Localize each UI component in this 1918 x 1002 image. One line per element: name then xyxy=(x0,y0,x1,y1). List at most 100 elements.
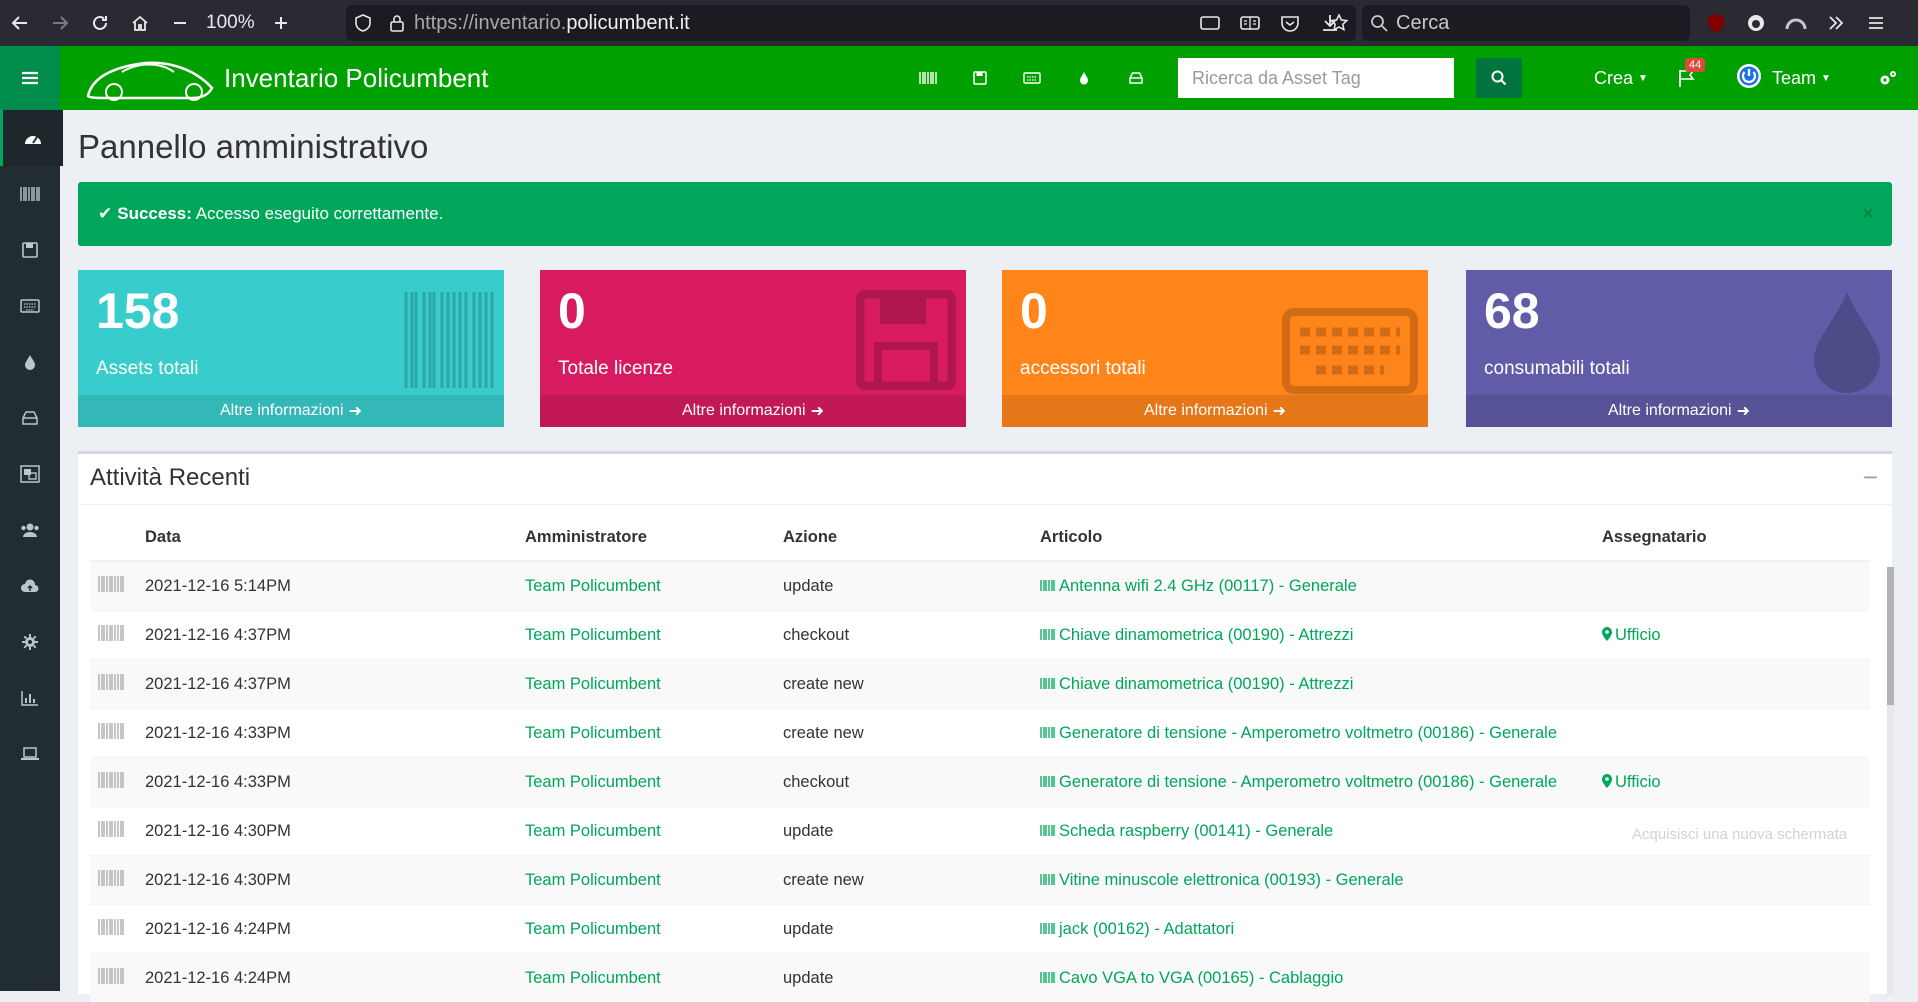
sidebar-item-requestable[interactable] xyxy=(0,726,60,782)
sidebar-item-components[interactable] xyxy=(0,390,60,446)
admin-link[interactable]: Team Policumbent xyxy=(525,807,783,856)
header-consumables-tint-icon[interactable] xyxy=(1058,71,1110,85)
assignee-cell[interactable]: Ufficio xyxy=(1602,611,1870,660)
scrollbar-thumb[interactable] xyxy=(1887,567,1894,705)
barcode-icon xyxy=(1040,871,1059,889)
create-dropdown[interactable]: Crea▼ xyxy=(1594,46,1648,110)
icon-column-header xyxy=(90,514,145,561)
sidebar-item-assets[interactable] xyxy=(0,166,60,222)
admin-settings-gears-icon[interactable] xyxy=(1878,46,1898,110)
column-header-assignee[interactable]: Assegnatario xyxy=(1602,514,1870,561)
zoom-out-icon[interactable] xyxy=(160,0,200,46)
github-icon[interactable] xyxy=(1736,0,1776,46)
header-components-hdd-icon[interactable] xyxy=(1110,72,1162,84)
divider xyxy=(78,504,1892,505)
collapse-panel-button[interactable]: − xyxy=(1863,462,1878,493)
assignee-cell[interactable]: Ufficio xyxy=(1602,758,1870,807)
column-header-admin[interactable]: Amministratore xyxy=(525,514,783,561)
url-text[interactable]: https://inventario.policumbent.it xyxy=(414,12,690,35)
column-header-data[interactable]: Data xyxy=(145,514,525,561)
admin-link[interactable]: Team Policumbent xyxy=(525,561,783,611)
barcode-icon xyxy=(404,290,494,390)
cell-date: 2021-12-16 4:33PM xyxy=(145,758,525,807)
alert-close-button[interactable]: × xyxy=(1862,203,1874,226)
item-link[interactable]: Antenna wifi 2.4 GHz (00117) - Generale xyxy=(1040,561,1602,611)
item-link[interactable]: jack (00162) - Adattatori xyxy=(1040,905,1602,954)
zoom-level[interactable]: 100% xyxy=(200,12,261,34)
reader-view-icon[interactable] xyxy=(1230,0,1270,46)
admin-link[interactable]: Team Policumbent xyxy=(525,954,783,1002)
sidebar-toggle-icon[interactable] xyxy=(0,46,60,110)
more-info-link[interactable]: Altre informazioni➜ xyxy=(1466,395,1892,427)
page-title: Pannello amministrativo xyxy=(78,128,428,166)
header-licenses-floppy-icon[interactable] xyxy=(954,71,1006,85)
sidebar-item-licenses[interactable] xyxy=(0,222,60,278)
stat-label: accessori totali xyxy=(1020,358,1146,380)
barcode-icon xyxy=(90,807,145,856)
barcode-icon xyxy=(90,856,145,905)
barcode-icon xyxy=(1040,724,1059,742)
user-menu[interactable]: Team ▼ xyxy=(1736,46,1831,110)
asset-tag-search-button[interactable] xyxy=(1476,58,1522,98)
table-row: 2021-12-16 4:24PMTeam Policumbentupdatej… xyxy=(90,905,1870,954)
assignee-link: Ufficio xyxy=(1615,773,1661,791)
zoom-in-icon[interactable] xyxy=(261,0,301,46)
sidebar-item-settings[interactable] xyxy=(0,614,60,670)
ublock-icon[interactable] xyxy=(1696,0,1736,46)
asset-tag-search-input[interactable] xyxy=(1178,58,1454,98)
more-info-link[interactable]: Altre informazioni➜ xyxy=(78,395,504,427)
item-link[interactable]: Scheda raspberry (00141) - Generale xyxy=(1040,807,1602,856)
admin-link[interactable]: Team Policumbent xyxy=(525,905,783,954)
item-link[interactable]: Vitine minuscole elettronica (00193) - G… xyxy=(1040,856,1602,905)
back-icon[interactable] xyxy=(0,0,40,46)
download-icon[interactable] xyxy=(1310,0,1350,46)
more-info-link[interactable]: Altre informazioni➜ xyxy=(540,395,966,427)
admin-link[interactable]: Team Policumbent xyxy=(525,709,783,758)
tab-container-icon[interactable] xyxy=(1190,0,1230,46)
assignee-cell xyxy=(1602,660,1870,709)
column-header-action[interactable]: Azione xyxy=(783,514,1040,561)
menu-hamburger-icon[interactable] xyxy=(1856,0,1896,46)
sidebar-item-kits[interactable] xyxy=(0,446,60,502)
cell-action: update xyxy=(783,807,1040,856)
item-link[interactable]: Generatore di tensione - Amperometro vol… xyxy=(1040,709,1602,758)
arrow-circle-right-icon: ➜ xyxy=(1737,401,1750,421)
item-link[interactable]: Chiave dinamometrica (00190) - Attrezzi xyxy=(1040,660,1602,709)
sidebar-item-accessories[interactable] xyxy=(0,278,60,334)
pocket-icon[interactable] xyxy=(1270,0,1310,46)
home-icon[interactable] xyxy=(120,0,160,46)
sidebar-item-users[interactable] xyxy=(0,502,60,558)
shield-icon[interactable] xyxy=(346,14,380,32)
brand-name[interactable]: Inventario Policumbent xyxy=(224,63,488,94)
admin-link[interactable]: Team Policumbent xyxy=(525,856,783,905)
header-accessories-keyboard-icon[interactable] xyxy=(1006,72,1058,84)
assignee-cell xyxy=(1602,954,1870,1002)
sidebar-item-import[interactable] xyxy=(0,558,60,614)
table-row: 2021-12-16 4:30PMTeam PolicumbentupdateS… xyxy=(90,807,1870,856)
logo[interactable]: Inventario Policumbent xyxy=(82,52,488,104)
cell-date: 2021-12-16 4:30PM xyxy=(145,856,525,905)
barcode-icon xyxy=(1040,969,1059,987)
assignee-link: Ufficio xyxy=(1615,626,1661,644)
sidebar-item-dashboard[interactable] xyxy=(0,110,63,166)
alerts-flag-icon[interactable] xyxy=(1678,46,1696,110)
admin-link[interactable]: Team Policumbent xyxy=(525,758,783,807)
browser-search-box[interactable]: Cerca xyxy=(1362,5,1690,41)
extension-arc-icon[interactable] xyxy=(1776,0,1816,46)
admin-link[interactable]: Team Policumbent xyxy=(525,660,783,709)
more-tools-icon[interactable] xyxy=(1816,0,1856,46)
more-info-link[interactable]: Altre informazioni➜ xyxy=(1002,395,1428,427)
admin-link[interactable]: Team Policumbent xyxy=(525,611,783,660)
sidebar-item-reports[interactable] xyxy=(0,670,60,726)
item-link[interactable]: Cavo VGA to VGA (00165) - Cablaggio xyxy=(1040,954,1602,1002)
alert-strong: Success: xyxy=(117,204,192,224)
sidebar-item-consumables[interactable] xyxy=(0,334,60,390)
forward-icon[interactable] xyxy=(40,0,80,46)
header-assets-barcode-icon[interactable] xyxy=(902,71,954,85)
column-header-item[interactable]: Articolo xyxy=(1040,514,1602,561)
reload-icon[interactable] xyxy=(80,0,120,46)
scrollbar[interactable] xyxy=(1887,567,1894,995)
lock-icon[interactable] xyxy=(380,14,414,32)
item-link[interactable]: Chiave dinamometrica (00190) - Attrezzi xyxy=(1040,611,1602,660)
item-link[interactable]: Generatore di tensione - Amperometro vol… xyxy=(1040,758,1602,807)
